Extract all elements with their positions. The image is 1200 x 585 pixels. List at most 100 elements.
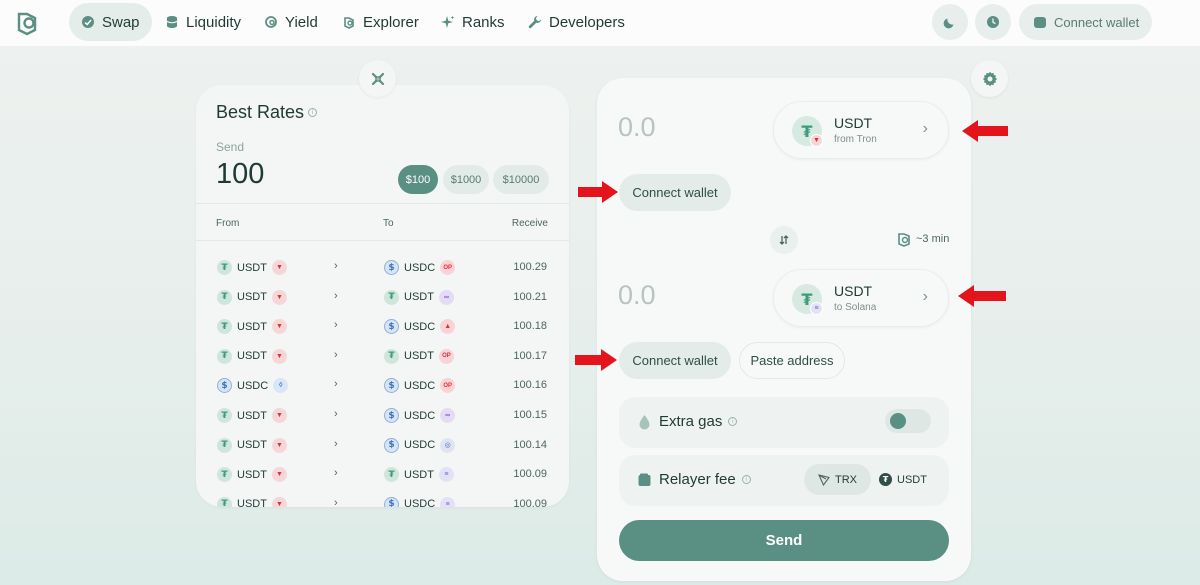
yield-icon <box>265 16 277 28</box>
to-amount-input[interactable] <box>618 280 758 311</box>
annotation-arrow-icon <box>578 181 618 203</box>
divider <box>196 203 569 204</box>
sparkle-icon <box>441 15 455 28</box>
nav-swap-label: Swap <box>102 13 140 31</box>
to-token: $ USDC ◎ <box>384 437 456 453</box>
table-row[interactable]: ₮ USDT ▼ › $ USDC OP 100.29 <box>196 258 569 278</box>
tron-chain-icon: ▼ <box>271 289 287 305</box>
settings-button[interactable] <box>971 60 1008 97</box>
drop-icon <box>639 415 650 430</box>
from-token: ₮ USDT ▼ <box>217 260 287 275</box>
swap-arrows-icon <box>779 235 789 245</box>
nav-swap[interactable]: Swap <box>69 3 152 41</box>
receive-amount: 100.21 <box>513 290 547 303</box>
usdt-coin-icon: ₮ <box>217 319 232 335</box>
receive-amount: 100.18 <box>513 320 547 333</box>
to-connect-wallet-button[interactable]: Connect wallet <box>619 342 731 379</box>
usdc-coin-icon: $ <box>384 437 399 453</box>
annotation-arrow-icon <box>575 349 617 371</box>
paste-address-button[interactable]: Paste address <box>739 342 845 379</box>
from-token-symbol: USDT <box>237 320 267 333</box>
eta-indicator: ~3 min <box>896 231 949 247</box>
usdt-coin-icon: ₮ <box>384 289 399 305</box>
swap-direction-button[interactable] <box>770 226 798 254</box>
tron-chain-icon: ▼ <box>271 348 287 364</box>
nav-ranks-label: Ranks <box>462 13 505 31</box>
usdt-coin-icon: ₮ <box>217 437 232 453</box>
connect-wallet-top-button[interactable]: Connect wallet <box>1019 4 1152 40</box>
database-icon <box>166 16 178 28</box>
to-token-selector[interactable]: ₮ ≡ USDT to Solana › <box>773 269 949 327</box>
chevron-right-icon: › <box>334 260 338 272</box>
from-token-symbol: USDT <box>237 261 267 274</box>
tron-chain-icon: ▼ <box>271 437 287 453</box>
close-rates-button[interactable] <box>359 60 396 97</box>
send-amount[interactable]: 100 <box>216 158 264 191</box>
to-token-symbol: USDC <box>404 409 436 422</box>
to-token: $ USDC OP <box>384 260 456 275</box>
nav-explorer[interactable]: Explorer <box>330 3 431 41</box>
swap-icon <box>82 16 94 28</box>
info-icon[interactable]: i <box>728 417 738 426</box>
from-connect-wallet-button[interactable]: Connect wallet <box>619 174 731 211</box>
fee-option-trx[interactable]: TRX <box>804 464 871 495</box>
chevron-right-icon: › <box>334 289 338 302</box>
table-row[interactable]: $ USDC ◊ › $ USDC OP 100.16 <box>196 376 569 396</box>
from-token-selector[interactable]: ₮ ▼ USDT from Tron › <box>773 101 949 159</box>
table-row[interactable]: ₮ USDT ▼ › $ USDC ◎ 100.14 <box>196 436 569 456</box>
nav-ranks[interactable]: Ranks <box>429 3 517 41</box>
eth-chain-icon: ◎ <box>440 437 456 453</box>
fee-option-usdt[interactable]: ₮ USDT <box>865 464 941 495</box>
from-token: ₮ USDT ▼ <box>217 319 287 335</box>
preset-1000-button[interactable]: $1000 <box>443 165 489 194</box>
explorer-icon <box>898 233 910 247</box>
tron-chain-icon: ▼ <box>271 319 287 335</box>
gear-icon <box>982 71 997 86</box>
table-row[interactable]: ₮ USDT ▼ › ₮ USDT ≡ 100.09 <box>196 465 569 485</box>
fee-option-usdt-label: USDT <box>897 473 927 486</box>
theme-toggle-button[interactable] <box>932 4 968 40</box>
table-row[interactable]: ₮ USDT ▼ › $ USDC ∞ 100.15 <box>196 406 569 426</box>
table-row[interactable]: ₮ USDT ▼ › $ USDC ≡ 100.09 <box>196 495 569 507</box>
extra-gas-toggle[interactable] <box>885 409 931 433</box>
chevron-right-icon: › <box>334 496 338 507</box>
eta-text: ~3 min <box>916 233 950 245</box>
receive-amount: 100.29 <box>513 261 547 273</box>
table-row[interactable]: ₮ USDT ▼ › ₮ USDT OP 100.17 <box>196 347 569 367</box>
from-token: ₮ USDT ▼ <box>217 289 287 305</box>
history-button[interactable] <box>975 4 1011 40</box>
table-row[interactable]: ₮ USDT ▼ › ₮ USDT ∞ 100.21 <box>196 288 569 308</box>
from-token-symbol: USDT <box>237 409 267 422</box>
nav-yield[interactable]: Yield <box>252 3 330 41</box>
relayer-fee-label: Relayer fee <box>659 471 736 488</box>
collapse-icon <box>371 72 384 85</box>
explorer-icon <box>344 17 354 29</box>
info-icon[interactable]: i <box>308 108 318 117</box>
preset-100-button[interactable]: $100 <box>398 165 438 194</box>
extra-gas-row: Extra gas i <box>619 397 949 448</box>
op-chain-icon: OP <box>440 378 456 394</box>
usdt-coin-icon: ₮ <box>217 289 232 305</box>
to-token-symbol: USDT <box>834 283 873 299</box>
column-header-receive: Receive <box>511 218 548 229</box>
chevron-right-icon: › <box>922 120 928 137</box>
annotation-arrow-icon <box>958 285 1006 307</box>
table-row[interactable]: ₮ USDT ▼ › $ USDC ▲ 100.18 <box>196 317 569 337</box>
chevron-right-icon: › <box>334 348 338 361</box>
usdt-coin-icon: ₮ <box>217 348 232 364</box>
info-icon[interactable]: i <box>741 475 751 484</box>
send-button[interactable]: Send <box>619 520 949 561</box>
to-token: $ USDC ▲ <box>384 319 456 335</box>
usdc-coin-icon: $ <box>384 319 399 335</box>
tron-icon <box>818 473 830 486</box>
from-amount-input[interactable] <box>618 112 758 143</box>
send-label: Send <box>216 140 245 154</box>
nav-liquidity[interactable]: Liquidity <box>153 3 253 41</box>
usdc-coin-icon: $ <box>384 260 399 275</box>
app-logo[interactable] <box>13 8 41 36</box>
to-token: ₮ USDT OP <box>384 348 454 364</box>
preset-10000-button[interactable]: $10000 <box>493 165 549 194</box>
from-token-symbol: USDT <box>237 439 267 452</box>
nav-developers[interactable]: Developers <box>516 3 637 41</box>
best-rates-title: Best Rates i <box>216 102 318 123</box>
